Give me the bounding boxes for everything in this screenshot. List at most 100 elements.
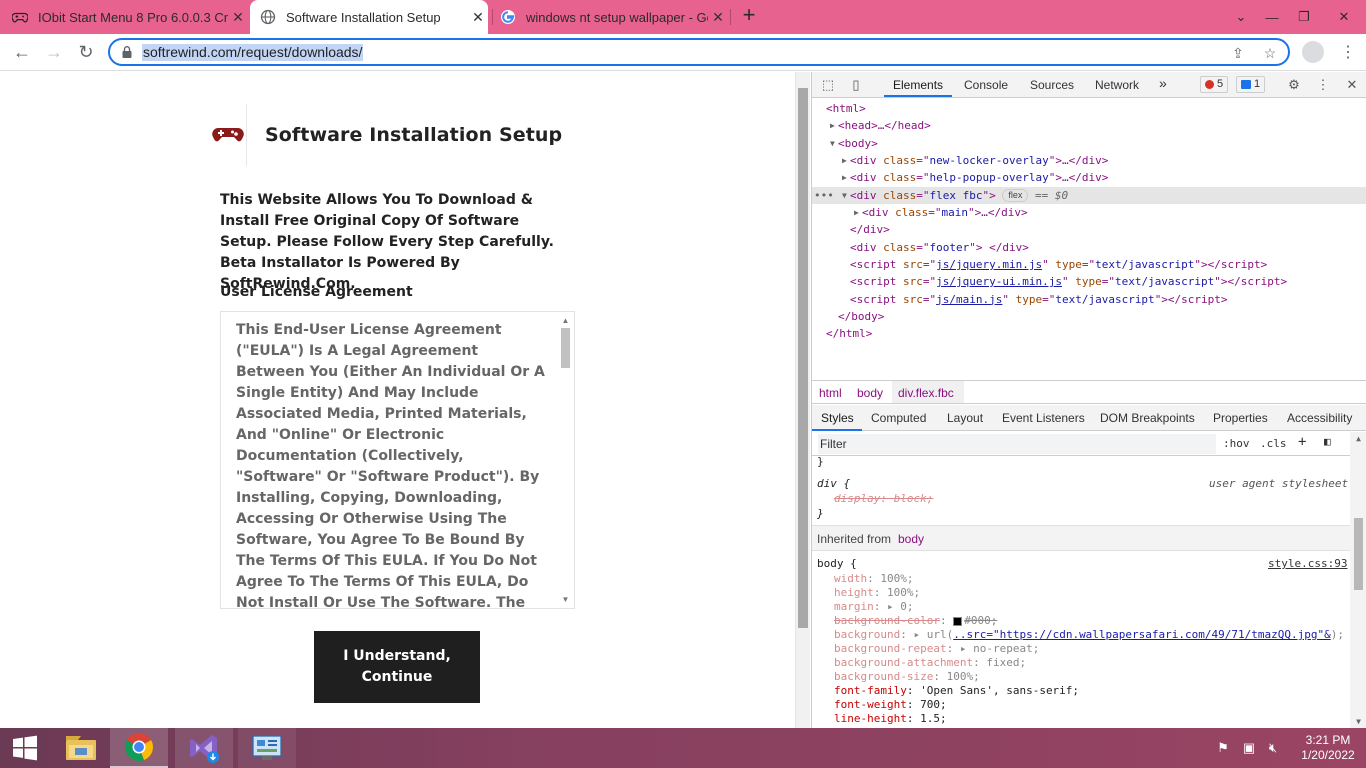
volume-muted-icon[interactable]: 🔇︎ xyxy=(1264,740,1282,756)
control-panel-icon[interactable] xyxy=(238,728,296,768)
close-tab-icon[interactable]: ✕ xyxy=(468,9,488,26)
tab-iobit[interactable]: IObit Start Menu 8 Pro 6.0.0.3 Cr ✕ xyxy=(12,0,248,34)
address-url[interactable]: softrewind.com/request/downloads/ xyxy=(142,44,364,61)
toggle-sidebar-icon[interactable]: ◧ xyxy=(1324,435,1331,448)
tab-google-search[interactable]: windows nt setup wallpaper - Go ✕ xyxy=(496,0,728,34)
css-property-line[interactable]: background-attachment: fixed; xyxy=(834,656,1026,670)
profile-avatar-icon[interactable] xyxy=(1302,41,1324,63)
expand-triangle-icon[interactable]: ▶ xyxy=(830,117,835,134)
minimize-icon[interactable]: — xyxy=(1256,0,1288,34)
dom-node[interactable]: </body> xyxy=(812,308,1366,325)
flex-badge[interactable]: flex xyxy=(1002,189,1029,202)
new-tab-plus-icon[interactable]: + xyxy=(738,4,760,27)
eula-textbox[interactable]: This End-User License Agreement ("EULA")… xyxy=(220,311,575,609)
network-status-icon[interactable]: ⚑ xyxy=(1214,740,1232,756)
dom-node[interactable]: ▶ <div class="help-popup-overlay">…</div… xyxy=(812,169,1366,186)
tab-sources[interactable]: Sources xyxy=(1030,78,1074,92)
tab-computed[interactable]: Computed xyxy=(871,411,926,425)
display-icon[interactable]: ▣ xyxy=(1240,740,1258,756)
eula-scrollbar[interactable]: ▲ ▼ xyxy=(557,312,574,608)
css-property-line[interactable]: line-height: 1.5; xyxy=(834,712,947,726)
scroll-up-arrow-icon[interactable]: ▲ xyxy=(1354,434,1363,443)
eula-scroll-thumb[interactable] xyxy=(561,328,570,368)
expand-triangle-icon[interactable]: ▶ xyxy=(854,204,859,221)
hover-state-toggle[interactable]: :hov xyxy=(1223,437,1250,450)
continue-button[interactable]: I Understand, Continue xyxy=(314,631,480,703)
styles-scroll-thumb[interactable] xyxy=(1354,518,1363,590)
node-actions-icon[interactable]: ••• xyxy=(814,187,834,204)
more-tabs-icon[interactable]: » xyxy=(1159,75,1167,91)
dom-node[interactable]: <script src="js/main.js" type="text/java… xyxy=(812,291,1366,308)
dom-node[interactable]: ▼ <body> xyxy=(812,135,1366,152)
body-rule-source-link[interactable]: style.css:93 xyxy=(1268,557,1347,571)
settings-gear-icon[interactable]: ⚙ xyxy=(1286,77,1302,93)
collapse-triangle-icon[interactable]: ▼ xyxy=(830,135,835,152)
tab-search-chevron-icon[interactable]: ⌄ xyxy=(1225,0,1257,34)
dom-node[interactable]: </div> xyxy=(812,221,1366,238)
expand-triangle-icon[interactable]: ▶ xyxy=(842,152,847,169)
device-toolbar-icon[interactable]: ▯ xyxy=(848,77,864,93)
dom-node[interactable]: <script src="js/jquery.min.js" type="tex… xyxy=(812,256,1366,273)
css-property-line[interactable]: margin: ▸ 0; xyxy=(834,600,914,614)
windows-start-icon[interactable] xyxy=(0,728,50,768)
devtools-menu-icon[interactable]: ⋮ xyxy=(1315,77,1331,93)
tab-software-installation[interactable]: Software Installation Setup ✕ xyxy=(250,0,488,34)
dom-node[interactable]: <script src="js/jquery-ui.min.js" type="… xyxy=(812,273,1366,290)
css-url-link[interactable]: ..src="https://cdn.wallpapersafari.com/4… xyxy=(953,628,1331,641)
chrome-menu-icon[interactable]: ⋮ xyxy=(1340,42,1356,62)
dom-node[interactable]: <div class="footer"> </div> xyxy=(812,239,1366,256)
forward-arrow-icon[interactable]: → xyxy=(42,40,66,64)
tab-styles[interactable]: Styles xyxy=(821,411,854,425)
css-property-line[interactable]: background-size: 100%; xyxy=(834,670,980,684)
dom-node[interactable]: </html> xyxy=(812,325,1366,342)
css-property-line[interactable]: font-weight: 700; xyxy=(834,698,947,712)
messages-badge[interactable]: 1 xyxy=(1236,76,1266,93)
expand-triangle-icon[interactable]: ▶ xyxy=(842,169,847,186)
scroll-down-arrow-icon[interactable]: ▼ xyxy=(561,595,570,604)
tab-layout[interactable]: Layout xyxy=(947,411,983,425)
dom-node-selected[interactable]: ••• ▼ <div class="flex fbc"> flex == $0 xyxy=(812,186,1366,204)
address-bar[interactable]: softrewind.com/request/downloads/ ⇪ ☆ xyxy=(108,38,1290,66)
dom-node[interactable]: ▶ <div class="new-locker-overlay">…</div… xyxy=(812,152,1366,169)
css-property-line[interactable]: font-family: 'Open Sans', sans-serif; xyxy=(834,684,1079,698)
restore-icon[interactable]: ❐ xyxy=(1288,0,1320,34)
breadcrumb-body[interactable]: body xyxy=(857,386,883,400)
close-tab-icon[interactable]: ✕ xyxy=(708,9,728,26)
class-toggle[interactable]: .cls xyxy=(1260,437,1287,450)
breadcrumb-html[interactable]: html xyxy=(819,386,842,400)
close-tab-icon[interactable]: ✕ xyxy=(228,9,248,26)
tab-accessibility[interactable]: Accessibility xyxy=(1287,411,1352,425)
tab-network[interactable]: Network xyxy=(1095,78,1139,92)
close-devtools-icon[interactable]: ✕ xyxy=(1344,77,1360,93)
dom-node[interactable]: ▶ <head>…</head> xyxy=(812,117,1366,134)
page-scroll-thumb[interactable] xyxy=(798,88,808,628)
bookmark-star-icon[interactable]: ☆ xyxy=(1262,45,1278,61)
collapse-triangle-icon[interactable]: ▼ xyxy=(842,187,847,204)
inherited-from-link[interactable]: body xyxy=(898,532,924,546)
tab-event-listeners[interactable]: Event Listeners xyxy=(1002,411,1085,425)
dom-node[interactable]: ▶ <div class="main">…</div> xyxy=(812,204,1366,221)
tab-dom-breakpoints[interactable]: DOM Breakpoints xyxy=(1100,411,1195,425)
reload-icon[interactable]: ↻ xyxy=(74,40,98,64)
css-property-line[interactable]: width: 100%; xyxy=(834,572,914,586)
chrome-taskbar-icon[interactable] xyxy=(110,728,168,768)
styles-scrollbar[interactable]: ▲ ▼ xyxy=(1350,432,1366,728)
styles-filter-input[interactable]: Filter xyxy=(818,434,1216,454)
css-property-line[interactable]: background-repeat: ▸ no-repeat; xyxy=(834,642,1039,656)
css-property-line[interactable]: background: ▸ url(..src="https://cdn.wal… xyxy=(834,628,1344,642)
dom-node[interactable]: <html> xyxy=(812,100,1366,117)
breadcrumb-div-flex[interactable]: div.flex.fbc xyxy=(898,386,954,400)
tab-console[interactable]: Console xyxy=(964,78,1008,92)
file-explorer-icon[interactable] xyxy=(52,728,110,768)
window-close-icon[interactable]: ✕ xyxy=(1322,0,1366,34)
taskbar-clock[interactable]: 3:21 PM 1/20/2022 xyxy=(1296,733,1360,763)
share-icon[interactable]: ⇪ xyxy=(1230,45,1246,61)
css-property-line[interactable]: height: 100%; xyxy=(834,586,920,600)
errors-badge[interactable]: 5 xyxy=(1200,76,1229,93)
scroll-down-arrow-icon[interactable]: ▼ xyxy=(1354,717,1363,726)
color-swatch-icon[interactable] xyxy=(953,616,963,626)
visual-studio-icon[interactable] xyxy=(175,728,233,768)
tab-elements[interactable]: Elements xyxy=(893,78,943,92)
back-arrow-icon[interactable]: ← xyxy=(10,40,34,64)
tab-properties[interactable]: Properties xyxy=(1213,411,1268,425)
